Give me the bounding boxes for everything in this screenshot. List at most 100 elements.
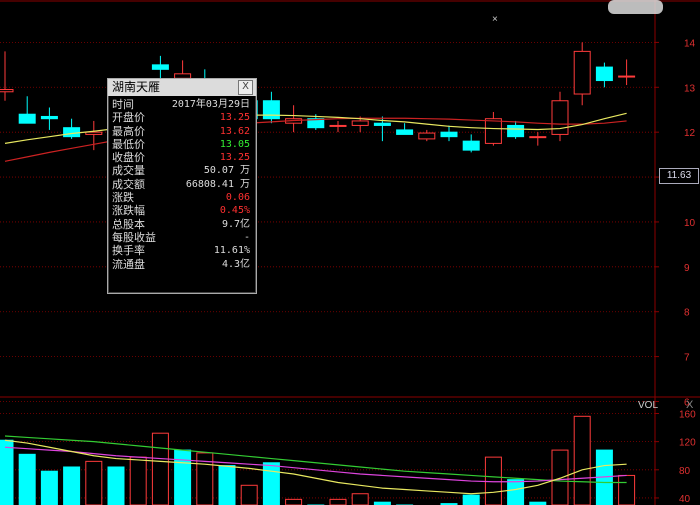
info-row-label: 收盘价 bbox=[112, 151, 145, 165]
price-tick-label: 13 bbox=[684, 83, 696, 94]
top-marker: × bbox=[492, 14, 498, 25]
volume-tick-label: 40 bbox=[679, 494, 691, 505]
volume-bar-up bbox=[351, 493, 369, 505]
info-row-label: 流通盘 bbox=[112, 257, 145, 271]
volume-tick-label: 120 bbox=[679, 438, 696, 449]
info-row: 最高价 13.62 bbox=[112, 125, 250, 138]
price-tick-label: 14 bbox=[684, 38, 696, 49]
candle-body-down bbox=[373, 122, 391, 126]
blurred-overlay bbox=[608, 0, 663, 14]
candle-body-up bbox=[351, 120, 369, 126]
info-row-label: 总股本 bbox=[112, 217, 145, 231]
volume-tick-label: 160 bbox=[679, 409, 696, 420]
candle-body-down bbox=[151, 64, 169, 70]
candle-body-up bbox=[0, 89, 14, 93]
volume-bar-up bbox=[329, 498, 347, 505]
candle-body-up bbox=[529, 136, 547, 139]
info-row-value: - bbox=[243, 231, 250, 243]
info-row-value: 13.25 bbox=[219, 112, 250, 124]
info-row: 成交量 50.07 万 bbox=[112, 164, 250, 177]
info-panel-rows: 时间 2017年03月29日 开盘价 13.25 最高价 13.62 最低价 13.05 收盘价… bbox=[108, 96, 256, 271]
info-row: 涨跌 0.06 bbox=[112, 191, 250, 204]
volume-series-label: VOL bbox=[638, 400, 659, 411]
info-panel-close-button[interactable]: X bbox=[238, 80, 253, 95]
info-row-label: 最低价 bbox=[112, 137, 145, 151]
volume-bar-up bbox=[551, 449, 569, 505]
candle-body-up bbox=[618, 75, 636, 78]
price-tick-label: 8 bbox=[684, 308, 690, 319]
info-row-value: 9.7亿 bbox=[221, 218, 250, 230]
volume-bar-down bbox=[262, 462, 280, 505]
price-tick-label: 9 bbox=[684, 263, 690, 274]
volume-bar-up bbox=[618, 474, 636, 505]
info-row-value: 13.62 bbox=[219, 125, 250, 137]
volume-close-button[interactable]: X bbox=[686, 399, 693, 411]
last-price-tag: 11.63 bbox=[659, 168, 699, 184]
candle-body-down bbox=[507, 124, 525, 138]
volume-bar-down bbox=[18, 453, 36, 505]
volume-bar-down bbox=[174, 449, 192, 505]
info-row-label: 每股收益 bbox=[112, 230, 156, 244]
candle-body-up bbox=[329, 124, 347, 127]
price-tick-label: 12 bbox=[684, 128, 696, 139]
info-row: 成交额 66808.41 万 bbox=[112, 178, 250, 191]
info-row: 总股本 9.7亿 bbox=[112, 218, 250, 231]
candle-body-up bbox=[484, 118, 502, 144]
info-row-label: 换手率 bbox=[112, 244, 145, 258]
info-row-value: 13.25 bbox=[219, 152, 250, 164]
info-row: 时间 2017年03月29日 bbox=[112, 98, 250, 111]
info-row-label: 时间 bbox=[112, 98, 134, 111]
info-row-label: 涨跌 bbox=[112, 191, 134, 205]
volume-bar-up bbox=[129, 456, 147, 505]
candle-body-up bbox=[418, 132, 436, 140]
candle-body-down bbox=[18, 113, 36, 124]
info-row: 最低价 13.05 bbox=[112, 138, 250, 151]
candle-body-down bbox=[262, 100, 280, 120]
info-row: 换手率 11.61% bbox=[112, 244, 250, 257]
info-row-label: 涨跌幅 bbox=[112, 204, 145, 218]
volume-bar-down bbox=[218, 465, 236, 505]
info-row: 开盘价 13.25 bbox=[112, 111, 250, 124]
info-panel: 湖南天雁 X 时间 2017年03月29日开盘价 13.25 最高价 13.62 最低价 1… bbox=[107, 78, 257, 294]
info-row-value: 11.61% bbox=[213, 245, 250, 257]
info-row-value: 50.07 万 bbox=[203, 165, 250, 177]
candle-body-down bbox=[462, 140, 480, 151]
info-row: 流通盘 4.3亿 bbox=[112, 258, 250, 271]
info-row-value: 2017年03月29日 bbox=[171, 99, 250, 110]
info-row-label: 成交额 bbox=[112, 177, 145, 191]
candle-body-down bbox=[440, 131, 458, 138]
price-tick-label: 7 bbox=[684, 353, 690, 364]
info-row-label: 最高价 bbox=[112, 124, 145, 138]
volume-bar-down bbox=[0, 439, 14, 505]
candle-body-up bbox=[573, 50, 591, 95]
volume-bar-down bbox=[40, 470, 58, 505]
candle-body-down bbox=[63, 127, 81, 138]
volume-bar-up bbox=[573, 415, 591, 505]
volume-bar-down bbox=[507, 479, 525, 505]
info-panel-titlebar[interactable]: 湖南天雁 X bbox=[108, 79, 256, 96]
volume-bar-up bbox=[85, 460, 103, 505]
volume-bar-up bbox=[285, 498, 303, 505]
info-row: 涨跌幅 0.45% bbox=[112, 204, 250, 217]
info-row-value: 4.3亿 bbox=[221, 258, 250, 270]
volume-bar-down bbox=[462, 494, 480, 505]
info-row-value: 66808.41 万 bbox=[185, 178, 250, 190]
volume-bar-down bbox=[107, 466, 125, 505]
info-row: 每股收益 - bbox=[112, 231, 250, 244]
candle-body-down bbox=[396, 129, 414, 135]
price-tick-label: 10 bbox=[684, 218, 696, 229]
candle-body-up bbox=[85, 131, 103, 135]
info-row-label: 成交量 bbox=[112, 164, 145, 178]
info-row-value: 0.45% bbox=[219, 205, 250, 217]
volume-tick-label: 80 bbox=[679, 466, 691, 477]
candle-body-down bbox=[40, 115, 58, 120]
info-row: 收盘价 13.25 bbox=[112, 151, 250, 164]
info-row-value: 13.05 bbox=[219, 138, 250, 150]
info-row-label: 开盘价 bbox=[112, 111, 145, 125]
volume-bar-up bbox=[240, 484, 258, 505]
stock-name: 湖南天雁 bbox=[112, 80, 161, 94]
candle-body-down bbox=[595, 66, 613, 82]
info-row-value: 0.06 bbox=[225, 192, 250, 204]
volume-bar-up bbox=[151, 432, 169, 505]
chart-canvas: 678910111213144080120160 bbox=[0, 0, 700, 505]
